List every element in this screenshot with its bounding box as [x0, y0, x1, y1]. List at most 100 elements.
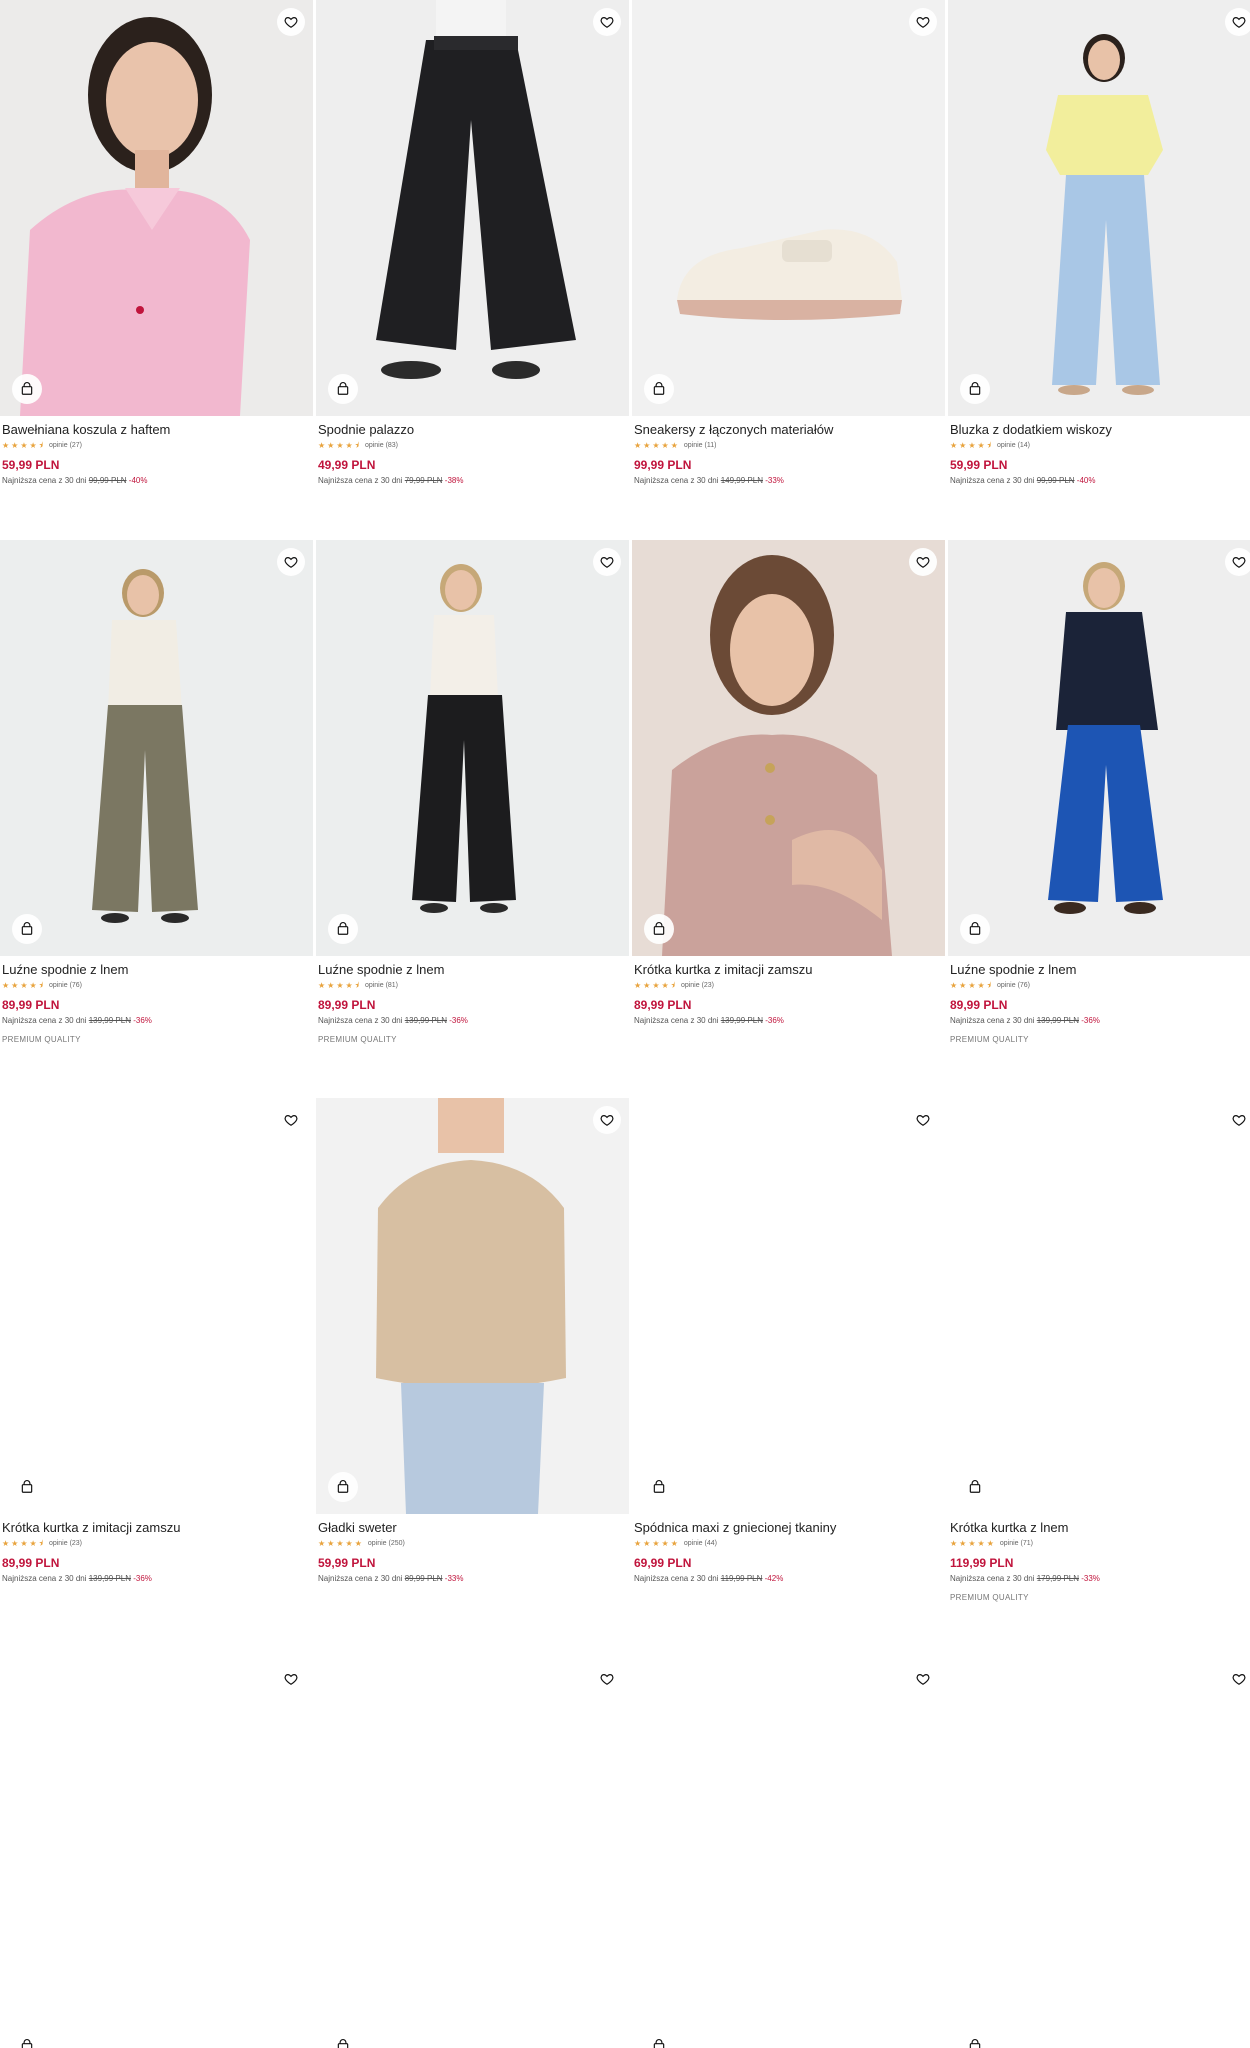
product-rating: ★ ★ ★ ★ ⯨ opinie (23) — [2, 1539, 311, 1549]
rating-stars: ★ ★ ★ ★ ★ — [950, 1539, 994, 1549]
product-image-wrapper[interactable] — [316, 540, 629, 956]
product-card[interactable]: Krótka kurtka z lnem ★ ★ ★ ★ ★ opinie (71) 119,… — [948, 1098, 1250, 1603]
product-card[interactable]: Gładki sweter ★ ★ ★ ★ ★ opinie (250) 59,99 PLN N… — [316, 1098, 629, 1584]
product-info: Luźne spodnie z lnem ★ ★ ★ ★ ⯨ opinie (76) 89,9… — [0, 956, 313, 1045]
product-image-wrapper[interactable] — [948, 540, 1250, 956]
product-name[interactable]: Krótka kurtka z lnem — [950, 1520, 1250, 1536]
product-info: Luźne spodnie z lnem ★ ★ ★ ★ ⯨ opinie (76) 89,9… — [948, 956, 1250, 1045]
heart-icon[interactable] — [909, 548, 937, 576]
heart-icon[interactable] — [593, 1106, 621, 1134]
product-image-wrapper[interactable] — [948, 1098, 1250, 1514]
product-image-wrapper[interactable] — [632, 1657, 945, 2048]
star-icon: ★ — [968, 441, 976, 450]
shopping-bag-icon[interactable] — [960, 1472, 990, 1502]
heart-icon[interactable] — [593, 548, 621, 576]
product-name[interactable]: Spódnica maxi z gniecionej tkaniny — [634, 1520, 943, 1536]
shopping-bag-icon[interactable] — [12, 2031, 42, 2048]
shopping-bag-icon[interactable] — [328, 374, 358, 404]
product-name[interactable]: Bawełniana koszula z haftem — [2, 422, 311, 438]
rating-stars: ★ ★ ★ ★ ⯨ — [318, 981, 359, 991]
product-card[interactable]: Luźne spodnie z lnem ★ ★ ★ ★ ⯨ opinie (81) 89,9… — [316, 540, 629, 1045]
heart-icon[interactable] — [1225, 548, 1250, 576]
product-name[interactable]: Luźne spodnie z lnem — [2, 962, 311, 978]
shopping-bag-icon[interactable] — [12, 914, 42, 944]
heart-icon[interactable] — [909, 8, 937, 36]
lowest-price-label: Najniższa cena z 30 dni — [634, 476, 719, 485]
heart-icon[interactable] — [277, 548, 305, 576]
heart-icon[interactable] — [593, 8, 621, 36]
product-image-wrapper[interactable] — [948, 1657, 1250, 2048]
shopping-bag-icon[interactable] — [12, 374, 42, 404]
shopping-bag-icon[interactable] — [960, 374, 990, 404]
old-price: 139,99 PLN — [720, 1016, 763, 1025]
product-image-wrapper[interactable] — [632, 1098, 945, 1514]
product-name[interactable]: Luźne spodnie z lnem — [318, 962, 627, 978]
heart-icon[interactable] — [593, 1665, 621, 1693]
star-icon: ★ — [652, 441, 660, 450]
star-icon: ⯨ — [354, 981, 359, 990]
star-icon: ★ — [977, 441, 985, 450]
product-image-wrapper[interactable] — [0, 0, 313, 416]
product-card[interactable]: Luźne spodnie z lnem ★ ★ ★ ★ ⯨ opinie (76) 89,9… — [948, 540, 1250, 1045]
shopping-bag-icon[interactable] — [12, 1472, 42, 1502]
shopping-bag-icon[interactable] — [328, 2031, 358, 2048]
star-icon: ★ — [11, 441, 19, 450]
shopping-bag-icon[interactable] — [644, 2031, 674, 2048]
product-card[interactable]: Spodnie palazzo ★ ★ ★ ★ ⯨ opinie (83) 49,99 PLN… — [316, 0, 629, 486]
product-name[interactable]: Sneakersy z łączonych materiałów — [634, 422, 943, 438]
product-card[interactable] — [948, 1657, 1250, 2048]
heart-icon[interactable] — [277, 1106, 305, 1134]
product-card[interactable]: Spódnica maxi z gniecionej tkaniny ★ ★ ★ ★ ★ o… — [632, 1098, 945, 1584]
product-image-wrapper[interactable] — [316, 1657, 629, 2048]
product-card[interactable]: Luźne spodnie z lnem ★ ★ ★ ★ ⯨ opinie (76) 89,9… — [0, 540, 313, 1045]
shopping-bag-icon[interactable] — [644, 914, 674, 944]
shopping-bag-icon[interactable] — [644, 374, 674, 404]
heart-icon[interactable] — [1225, 1106, 1250, 1134]
heart-icon[interactable] — [909, 1106, 937, 1134]
heart-icon[interactable] — [909, 1665, 937, 1693]
star-icon: ★ — [20, 441, 28, 450]
product-card[interactable]: Sneakersy z łączonych materiałów ★ ★ ★ ★ ★ opi… — [632, 0, 945, 486]
product-card[interactable]: Krótka kurtka z imitacji zamszu ★ ★ ★ ★ ⯨ opin… — [0, 1098, 313, 1584]
shopping-bag-icon[interactable] — [960, 2031, 990, 2048]
heart-icon[interactable] — [277, 1665, 305, 1693]
product-card[interactable]: Krótka kurtka z imitacji zamszu ★ ★ ★ ★ ⯨ opin… — [632, 540, 945, 1026]
shopping-bag-icon[interactable] — [328, 914, 358, 944]
product-image-wrapper[interactable] — [0, 540, 313, 956]
product-card[interactable] — [0, 1657, 313, 2048]
product-image-wrapper[interactable] — [0, 1657, 313, 2048]
product-image — [632, 540, 945, 956]
heart-icon[interactable] — [277, 8, 305, 36]
heart-icon[interactable] — [1225, 8, 1250, 36]
product-card[interactable] — [632, 1657, 945, 2048]
product-image-wrapper[interactable] — [632, 540, 945, 956]
product-image-wrapper[interactable] — [632, 0, 945, 416]
shopping-bag-icon[interactable] — [644, 1472, 674, 1502]
product-name[interactable]: Bluzka z dodatkiem wiskozy — [950, 422, 1250, 438]
star-icon: ★ — [2, 981, 10, 990]
product-name[interactable]: Luźne spodnie z lnem — [950, 962, 1250, 978]
lowest-price-info: Najniższa cena z 30 dni 79,99 PLN -38% — [318, 476, 627, 486]
star-icon: ★ — [661, 1539, 669, 1548]
product-name[interactable]: Krótka kurtka z imitacji zamszu — [634, 962, 943, 978]
discount-percent: -36% — [133, 1574, 152, 1583]
product-name[interactable]: Krótka kurtka z imitacji zamszu — [2, 1520, 311, 1536]
star-icon: ⯨ — [354, 441, 359, 450]
product-image-wrapper[interactable] — [0, 1098, 313, 1514]
product-card[interactable]: Bluzka z dodatkiem wiskozy ★ ★ ★ ★ ⯨ opinie (1… — [948, 0, 1250, 486]
product-price: 49,99 PLN — [318, 458, 376, 472]
product-rating: ★ ★ ★ ★ ★ opinie (44) — [634, 1539, 943, 1549]
product-card[interactable] — [316, 1657, 629, 2048]
shopping-bag-icon[interactable] — [328, 1472, 358, 1502]
product-image-wrapper[interactable] — [316, 1098, 629, 1514]
heart-icon[interactable] — [1225, 1665, 1250, 1693]
product-name[interactable]: Spodnie palazzo — [318, 422, 627, 438]
product-image-wrapper[interactable] — [948, 0, 1250, 416]
shopping-bag-icon[interactable] — [960, 914, 990, 944]
product-card[interactable]: Bawełniana koszula z haftem ★ ★ ★ ★ ⯨ opinie (… — [0, 0, 313, 486]
star-icon: ★ — [20, 981, 28, 990]
product-image-wrapper[interactable] — [316, 0, 629, 416]
lowest-price-info: Najniższa cena z 30 dni 119,99 PLN -42% — [634, 1574, 943, 1584]
product-name[interactable]: Gładki sweter — [318, 1520, 627, 1536]
product-image — [316, 0, 629, 416]
